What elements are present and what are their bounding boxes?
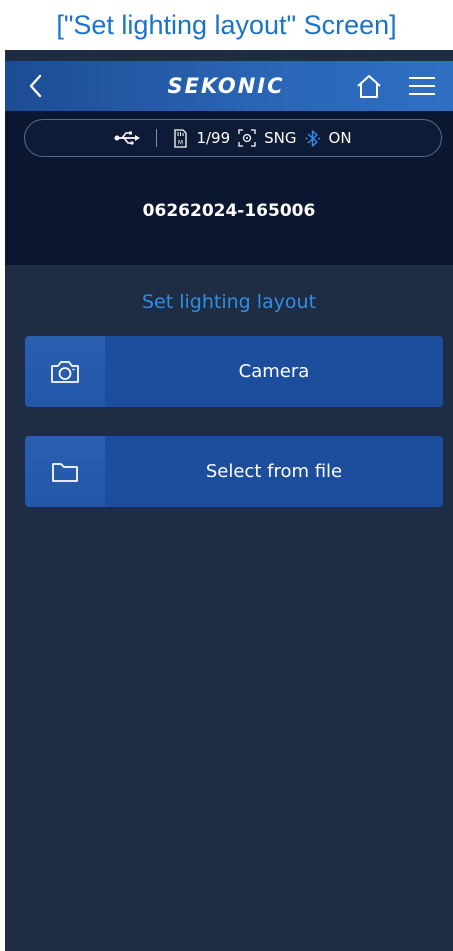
camera-button-label: Camera	[238, 361, 310, 382]
status-area: M 1/99 SNG ON 06262024-165006	[5, 111, 453, 265]
hamburger-menu-icon[interactable]	[407, 75, 437, 97]
home-icon[interactable]	[355, 73, 383, 99]
memory-count: 1/99	[196, 129, 231, 147]
bluetooth-state: ON	[328, 129, 352, 147]
app-screen: SEKONIC M 1/99 SNG ON 06262024-165006 Se…	[5, 50, 453, 951]
select-from-file-button[interactable]: Select from file	[25, 436, 443, 507]
status-bar: M 1/99 SNG ON	[24, 119, 442, 157]
camera-icon	[51, 360, 79, 383]
app-logo: SEKONIC	[167, 74, 285, 98]
select-from-file-label: Select from file	[205, 461, 343, 482]
file-id: 06262024-165006	[142, 201, 316, 221]
bluetooth-icon	[305, 129, 320, 147]
usb-icon	[114, 131, 141, 145]
measure-mode: SNG	[264, 129, 297, 147]
folder-icon	[52, 462, 78, 482]
measure-mode-icon	[238, 129, 256, 147]
app-header: SEKONIC	[5, 61, 453, 111]
memory-card-icon: M	[174, 128, 188, 148]
camera-button[interactable]: Camera	[25, 336, 443, 407]
camera-icon-box	[25, 336, 105, 407]
page-title: Set lighting layout	[141, 291, 317, 313]
folder-icon-box	[25, 436, 105, 507]
screen-caption: ["Set lighting layout" Screen]	[56, 9, 397, 40]
status-divider	[156, 129, 158, 147]
svg-text:M: M	[178, 139, 183, 146]
